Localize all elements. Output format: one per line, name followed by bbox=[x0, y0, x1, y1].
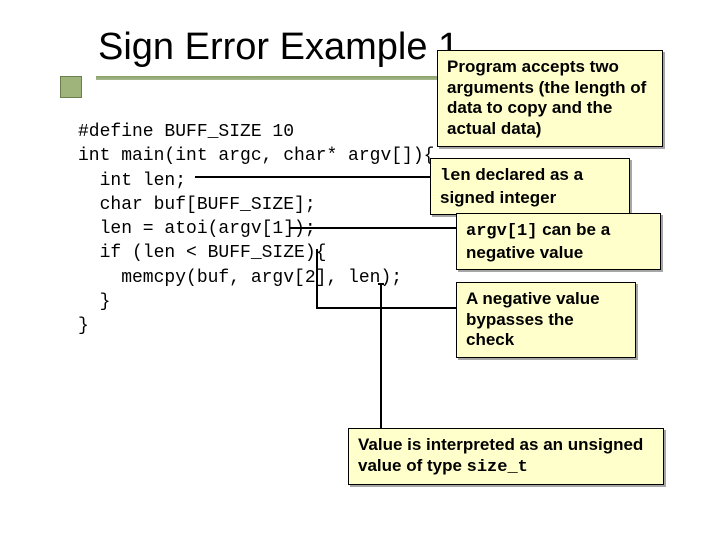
callout-len-mono: len bbox=[440, 167, 471, 186]
code-line-0: #define BUFF_SIZE 10 bbox=[78, 122, 294, 142]
callout-bypass-text: A negative value bypasses the check bbox=[466, 289, 600, 349]
callout-program-args: Program accepts two arguments (the lengt… bbox=[437, 50, 663, 147]
decor-square bbox=[60, 76, 82, 98]
callout-sizet-mono: size_t bbox=[467, 458, 528, 477]
page-title: Sign Error Example 1 bbox=[98, 26, 459, 69]
code-line-6: memcpy(buf, argv[2], len); bbox=[78, 268, 402, 288]
callout-argv-negative: argv[1] can be a negative value bbox=[456, 213, 661, 270]
code-line-5: if (len < BUFF_SIZE){ bbox=[78, 243, 326, 263]
callout-len-signed: len declared as a signed integer bbox=[430, 158, 630, 215]
code-line-8: } bbox=[78, 316, 89, 336]
callout-bypass-check: A negative value bypasses the check bbox=[456, 282, 636, 358]
code-block: #define BUFF_SIZE 10 int main(int argc, … bbox=[78, 120, 434, 339]
callout-argv-mono: argv[1] bbox=[466, 222, 537, 241]
code-line-1: int main(int argc, char* argv[]){ bbox=[78, 146, 434, 166]
callout-program-args-text: Program accepts two arguments (the lengt… bbox=[447, 57, 646, 138]
code-line-4: len = atoi(argv[1]); bbox=[78, 219, 316, 239]
code-line-2: int len; bbox=[78, 171, 186, 191]
code-line-3: char buf[BUFF_SIZE]; bbox=[78, 195, 316, 215]
callout-sizet: Value is interpreted as an unsigned valu… bbox=[348, 428, 664, 485]
code-line-7: } bbox=[78, 292, 110, 312]
